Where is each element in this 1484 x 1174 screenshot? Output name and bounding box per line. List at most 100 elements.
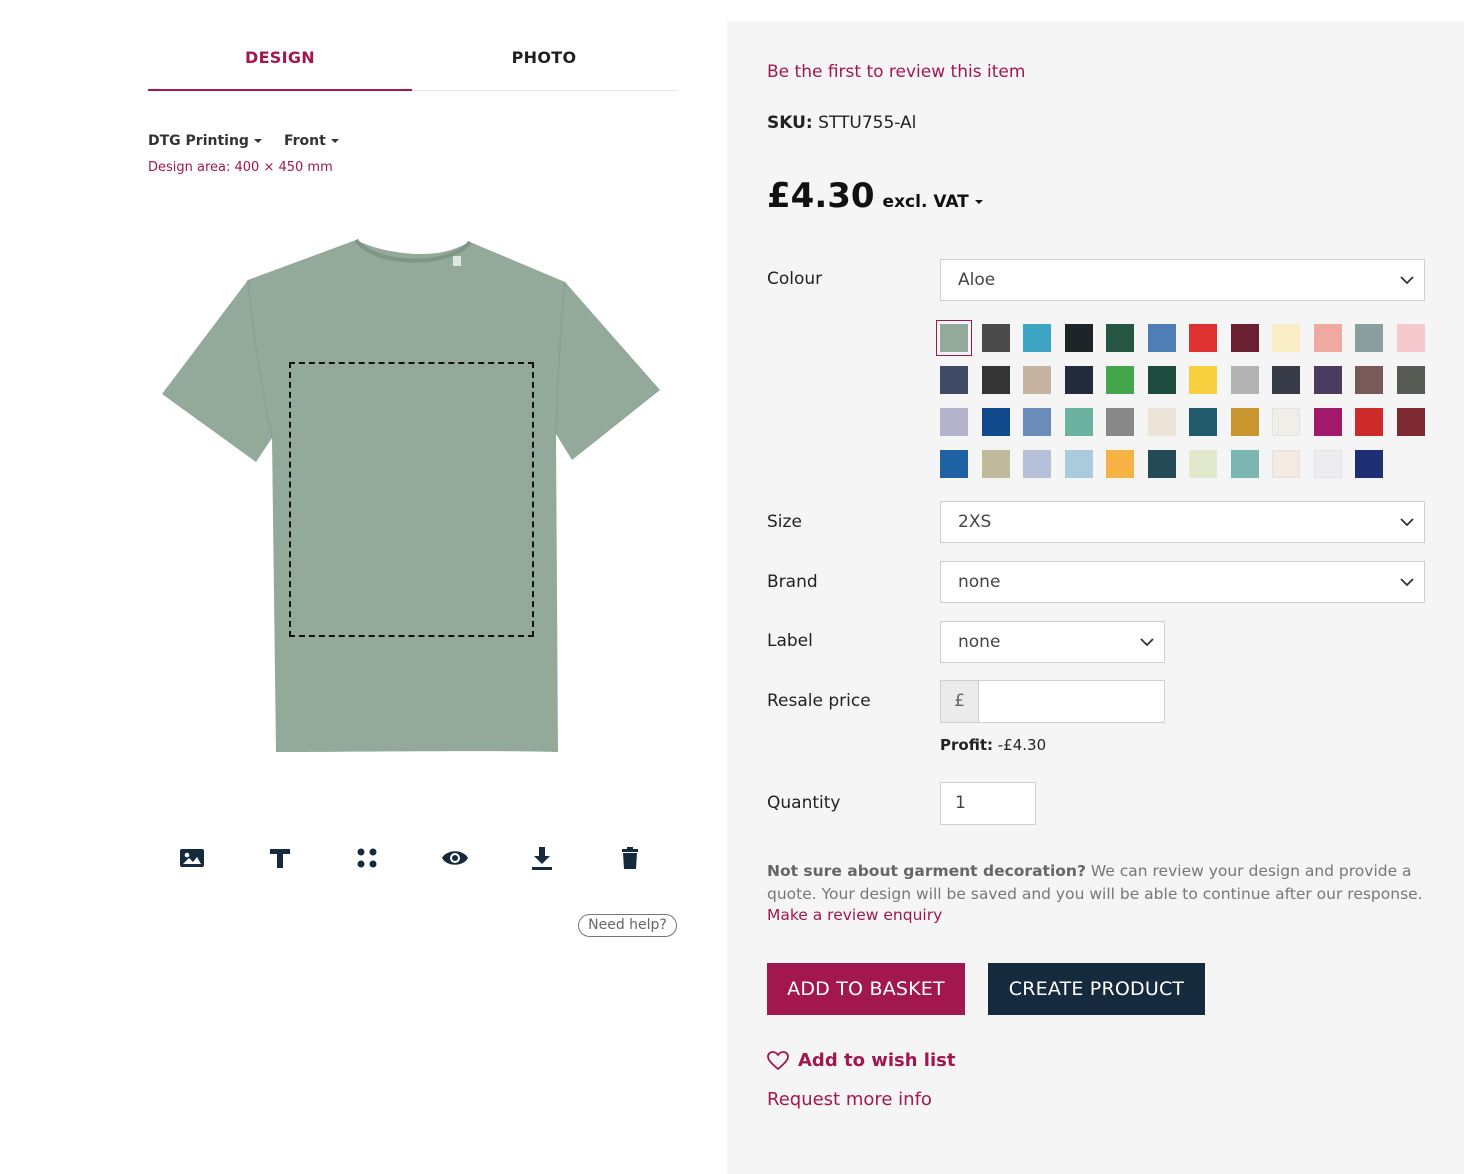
sku: SKU: STTU755-Al xyxy=(767,113,916,133)
colour-swatch[interactable] xyxy=(940,408,968,436)
colour-swatch[interactable] xyxy=(981,450,1010,478)
colour-swatch[interactable] xyxy=(1272,366,1300,394)
vat-toggle[interactable]: excl. VAT xyxy=(883,192,983,212)
need-help-button[interactable]: Need help? xyxy=(578,914,677,937)
colour-swatch[interactable] xyxy=(1313,366,1342,394)
print-method-label: DTG Printing xyxy=(148,133,249,149)
review-link[interactable]: Be the first to review this item xyxy=(767,62,1025,82)
price: £4.30 xyxy=(767,176,875,216)
colour-swatch[interactable] xyxy=(1147,366,1176,394)
colour-swatches xyxy=(936,320,1430,478)
colour-swatch[interactable] xyxy=(1189,408,1217,436)
add-to-basket-button[interactable]: ADD TO BASKET xyxy=(767,963,965,1015)
colour-swatch[interactable] xyxy=(1189,450,1217,478)
colour-select[interactable]: Aloe xyxy=(940,259,1425,301)
tab-photo[interactable]: PHOTO xyxy=(412,38,676,90)
colour-swatch[interactable] xyxy=(1230,450,1259,478)
size-select[interactable]: 2XS xyxy=(940,501,1425,543)
text-icon xyxy=(269,849,290,868)
label-select-value: none xyxy=(958,632,1001,652)
resale-price-input[interactable] xyxy=(978,680,1165,723)
add-image-button[interactable] xyxy=(176,842,208,874)
colour-swatch[interactable] xyxy=(1147,450,1176,478)
currency-symbol: £ xyxy=(940,680,979,723)
print-options: DTG Printing Front xyxy=(148,133,339,149)
delete-button[interactable] xyxy=(614,842,646,874)
colour-swatch[interactable] xyxy=(940,366,968,394)
download-button[interactable] xyxy=(526,842,558,874)
label-select[interactable]: none xyxy=(940,621,1165,663)
trash-icon xyxy=(621,847,638,869)
colour-swatch[interactable] xyxy=(981,324,1010,352)
quantity-input[interactable]: 1 xyxy=(940,782,1036,825)
colour-swatch[interactable] xyxy=(1189,366,1217,394)
colour-swatch[interactable] xyxy=(1064,324,1093,352)
layout-button[interactable] xyxy=(351,842,383,874)
colour-swatch[interactable] xyxy=(1023,408,1051,436)
add-to-wishlist-link[interactable]: Add to wish list xyxy=(767,1050,955,1071)
print-area[interactable] xyxy=(289,362,534,637)
note-bold: Not sure about garment decoration? xyxy=(767,862,1086,880)
colour-swatch[interactable] xyxy=(1396,408,1425,436)
colour-swatch[interactable] xyxy=(936,320,972,356)
profit-value: -£4.30 xyxy=(997,736,1047,754)
tab-design[interactable]: DESIGN xyxy=(148,38,412,91)
quantity-label: Quantity xyxy=(767,793,841,813)
sku-label: SKU: xyxy=(767,113,813,133)
colour-swatch[interactable] xyxy=(1355,324,1383,352)
image-icon xyxy=(180,849,204,867)
colour-swatch[interactable] xyxy=(1023,450,1051,478)
brand-label: Brand xyxy=(767,572,818,592)
colour-label: Colour xyxy=(767,269,823,289)
colour-swatch[interactable] xyxy=(1064,366,1093,394)
sku-value: STTU755-Al xyxy=(818,113,917,133)
colour-swatch[interactable] xyxy=(1272,408,1300,436)
colour-swatch[interactable] xyxy=(1313,324,1342,352)
colour-swatch[interactable] xyxy=(1355,450,1383,478)
colour-swatch[interactable] xyxy=(1106,366,1134,394)
colour-swatch[interactable] xyxy=(1064,408,1093,436)
colour-swatch[interactable] xyxy=(1313,408,1342,436)
colour-swatch[interactable] xyxy=(1106,450,1134,478)
colour-swatch[interactable] xyxy=(1106,408,1134,436)
colour-swatch[interactable] xyxy=(1230,408,1259,436)
colour-swatch[interactable] xyxy=(1313,450,1342,478)
print-method-dropdown[interactable]: DTG Printing xyxy=(148,133,262,149)
colour-swatch[interactable] xyxy=(1064,450,1093,478)
colour-swatch[interactable] xyxy=(1396,324,1425,352)
request-more-info-link[interactable]: Request more info xyxy=(767,1089,932,1110)
colour-swatch[interactable] xyxy=(1355,366,1383,394)
caret-down-icon xyxy=(330,139,339,143)
colour-swatch[interactable] xyxy=(1023,366,1051,394)
design-tabs: DESIGN PHOTO xyxy=(148,38,678,91)
colour-swatch[interactable] xyxy=(1272,450,1300,478)
colour-swatch[interactable] xyxy=(1272,324,1300,352)
brand-select[interactable]: none xyxy=(940,561,1425,603)
colour-swatch[interactable] xyxy=(1147,324,1176,352)
chevron-down-icon xyxy=(1140,622,1154,662)
colour-swatch[interactable] xyxy=(940,450,968,478)
review-enquiry-link[interactable]: Make a review enquiry xyxy=(767,906,942,924)
profit: Profit: -£4.30 xyxy=(940,736,1046,754)
price-row: £4.30 excl. VAT xyxy=(767,176,983,216)
colour-swatch[interactable] xyxy=(1396,366,1425,394)
colour-swatch[interactable] xyxy=(1189,324,1217,352)
colour-swatch[interactable] xyxy=(981,408,1010,436)
colour-swatch[interactable] xyxy=(1147,408,1176,436)
colour-swatch[interactable] xyxy=(1106,324,1134,352)
add-text-button[interactable] xyxy=(264,842,296,874)
eye-icon xyxy=(441,851,468,865)
colour-swatch[interactable] xyxy=(1355,408,1383,436)
layout-icon xyxy=(357,848,377,868)
colour-swatch[interactable] xyxy=(1023,324,1051,352)
print-side-dropdown[interactable]: Front xyxy=(284,133,339,149)
create-product-button[interactable]: CREATE PRODUCT xyxy=(988,963,1205,1015)
colour-swatch[interactable] xyxy=(1230,324,1259,352)
decoration-note: Not sure about garment decoration? We ca… xyxy=(767,860,1427,906)
chevron-down-icon xyxy=(1400,562,1414,602)
preview-button[interactable] xyxy=(439,842,471,874)
resale-price-label: Resale price xyxy=(767,691,871,711)
colour-swatch[interactable] xyxy=(1230,366,1259,394)
download-icon xyxy=(532,847,553,870)
colour-swatch[interactable] xyxy=(981,366,1010,394)
